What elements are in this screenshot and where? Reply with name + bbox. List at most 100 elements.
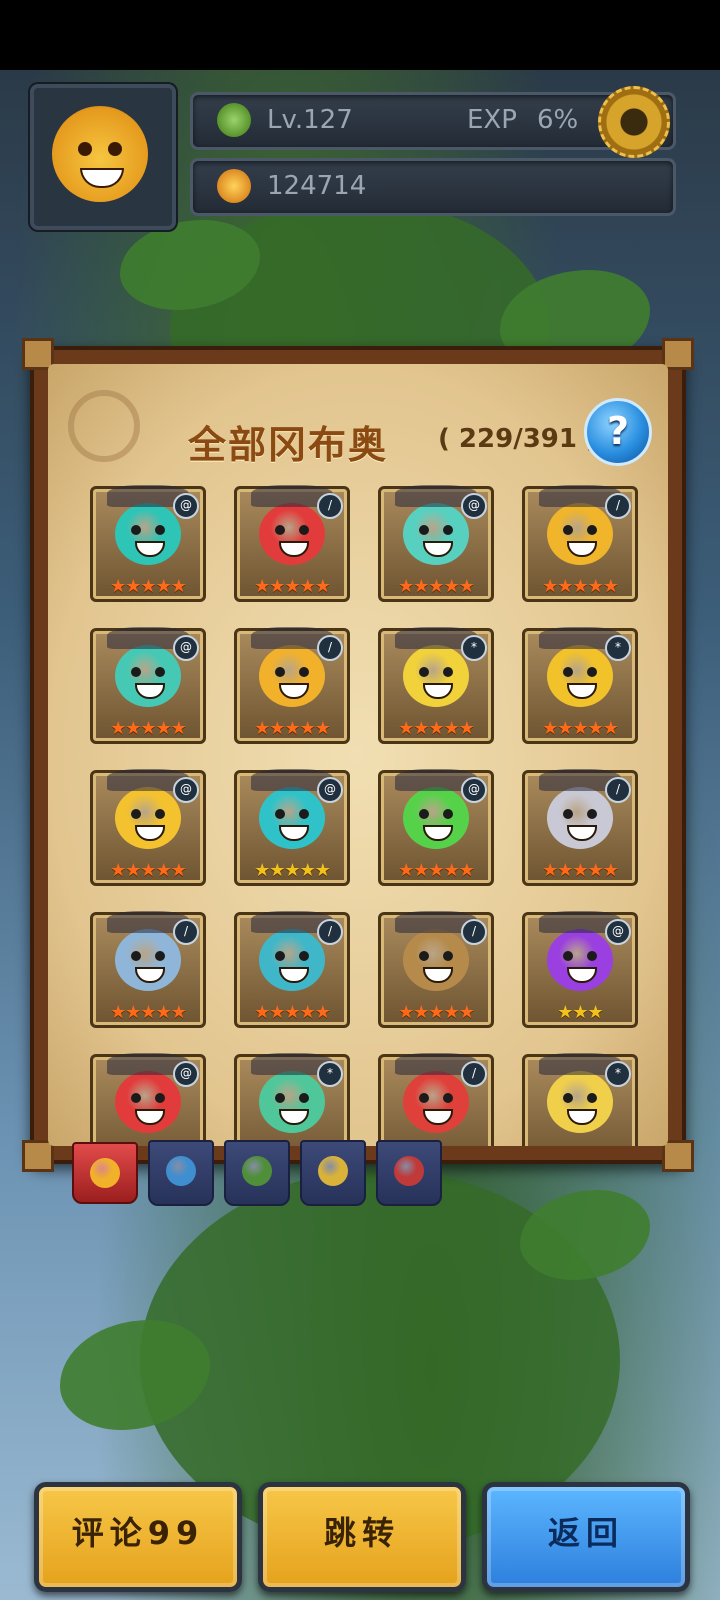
gumball-card[interactable]: * ★★★★★: [522, 627, 638, 744]
gumball-character: [403, 1071, 469, 1133]
player-avatar[interactable]: [30, 84, 176, 230]
gumball-card[interactable]: @★★★★★: [234, 769, 350, 886]
sword-badge-icon: /: [317, 919, 343, 945]
gumball-card[interactable]: @★★★★★: [90, 485, 206, 602]
settings-gear-icon[interactable]: [598, 86, 670, 158]
rarity-stars: ★★★★★: [525, 1145, 635, 1147]
gumball-eye: [563, 667, 573, 677]
gumball-character: [547, 503, 613, 565]
rarity-stars: ★★★★★: [398, 1002, 475, 1023]
gumball-card[interactable]: /★★★★★: [522, 769, 638, 886]
gumball-character: [403, 645, 469, 707]
currency-bar: 124714: [190, 158, 676, 216]
sword-badge-icon: /: [605, 493, 631, 519]
gumball-mouth: [423, 541, 453, 557]
gumball-mouth: [279, 683, 309, 699]
comment-button[interactable]: 评论99: [34, 1482, 242, 1592]
back-button[interactable]: 返回: [482, 1482, 690, 1592]
gumball-character: [115, 1071, 181, 1133]
magic-badge-icon: *: [317, 1061, 343, 1087]
gumball-eye: [419, 667, 429, 677]
gumball-eye: [155, 1093, 165, 1103]
sword-badge-icon: /: [317, 493, 343, 519]
gumball-card[interactable]: @★★★★★: [378, 485, 494, 602]
gumball-mouth: [423, 825, 453, 841]
gumball-character: [547, 929, 613, 991]
sword-badge-icon: /: [605, 777, 631, 803]
avatar-mouth: [80, 168, 124, 188]
tab-red[interactable]: [376, 1140, 442, 1206]
gumball-card[interactable]: /★★★★★: [378, 1053, 494, 1146]
magic-badge-icon: *: [605, 635, 631, 661]
gumball-character: [115, 645, 181, 707]
rarity-stars: ★★★★★: [398, 576, 475, 597]
gumball-mouth: [567, 683, 597, 699]
gumball-card[interactable]: /★★★★★: [522, 485, 638, 602]
gumball-mouth: [279, 825, 309, 841]
gumball-eye: [419, 951, 429, 961]
gumball-eye: [419, 525, 429, 535]
jump-button[interactable]: 跳转: [258, 1482, 466, 1592]
gumball-card[interactable]: @★★★★★: [90, 769, 206, 886]
gumball-mouth: [135, 541, 165, 557]
gumball-mouth: [279, 541, 309, 557]
gumball-character: [403, 929, 469, 991]
gumball-eye: [587, 951, 597, 961]
gumball-eye: [299, 809, 309, 819]
gumball-mouth: [567, 825, 597, 841]
spiral-badge-icon: @: [605, 919, 631, 945]
tab-green[interactable]: [224, 1140, 290, 1206]
gumball-character: [403, 787, 469, 849]
gumball-eye: [587, 1093, 597, 1103]
tab-green-icon: [242, 1156, 272, 1186]
gumball-card[interactable]: /★★★★★: [234, 485, 350, 602]
gumball-character: [259, 503, 325, 565]
gumball-mouth: [423, 683, 453, 699]
gumball-character: [259, 929, 325, 991]
gumball-eye: [443, 951, 453, 961]
sword-badge-icon: /: [461, 919, 487, 945]
gumball-card[interactable]: @ ★★★: [522, 911, 638, 1028]
rarity-stars: ★★★★★: [398, 860, 475, 881]
gumball-card[interactable]: / ★★★★★: [234, 911, 350, 1028]
gumball-mouth: [567, 1109, 597, 1125]
gumball-eye: [563, 809, 573, 819]
status-bar: [0, 0, 720, 70]
gumball-mouth: [567, 967, 597, 983]
gumball-card[interactable]: @★★★★★: [90, 1053, 206, 1146]
rarity-stars: ★★★★★: [542, 718, 619, 739]
gumball-eye: [563, 951, 573, 961]
gumball-card[interactable]: @★★★★★: [90, 627, 206, 744]
gumball-eye: [155, 525, 165, 535]
spiral-badge-icon: @: [173, 777, 199, 803]
gumball-card[interactable]: /★★★★★: [90, 911, 206, 1028]
gumball-card[interactable]: *★★★★★: [378, 627, 494, 744]
tab-yellow[interactable]: [300, 1140, 366, 1206]
gumball-card[interactable]: *★★★★★: [522, 1053, 638, 1147]
tab-yellow-icon: [318, 1156, 348, 1186]
gumball-card[interactable]: @★★★★★: [378, 769, 494, 886]
gumball-eye: [155, 667, 165, 677]
tab-all[interactable]: [72, 1142, 138, 1204]
gumball-eye: [299, 1093, 309, 1103]
rarity-stars: ★★★★★: [398, 718, 475, 739]
gumball-card[interactable]: /★★★★★: [234, 627, 350, 744]
rarity-stars: ★★★★★: [110, 576, 187, 597]
tab-blue[interactable]: [148, 1140, 214, 1206]
gumball-character: [547, 645, 613, 707]
gumball-character: [259, 645, 325, 707]
gumball-grid: @ ★★★★★ / ★★★★★ @ ★★★★★ / ★★★★★ @ ★★★★★ / ★★★★★ * ★★★…: [48, 364, 668, 1146]
tab-red-icon: [394, 1156, 424, 1186]
rarity-stars: ★★★★★: [254, 1002, 331, 1023]
gumball-character: [259, 787, 325, 849]
sword-badge-icon: /: [461, 1061, 487, 1087]
gumball-eye: [443, 809, 453, 819]
fruit-icon: [217, 169, 251, 203]
gumball-card[interactable]: / ★★★★★: [378, 911, 494, 1028]
rarity-stars: ★★★★★: [254, 860, 331, 881]
gumball-card[interactable]: *★★★★★: [234, 1053, 350, 1146]
exp-label: EXP: [467, 105, 517, 135]
gumball-mouth: [135, 967, 165, 983]
gumball-eye: [299, 525, 309, 535]
gumball-eye: [131, 951, 141, 961]
